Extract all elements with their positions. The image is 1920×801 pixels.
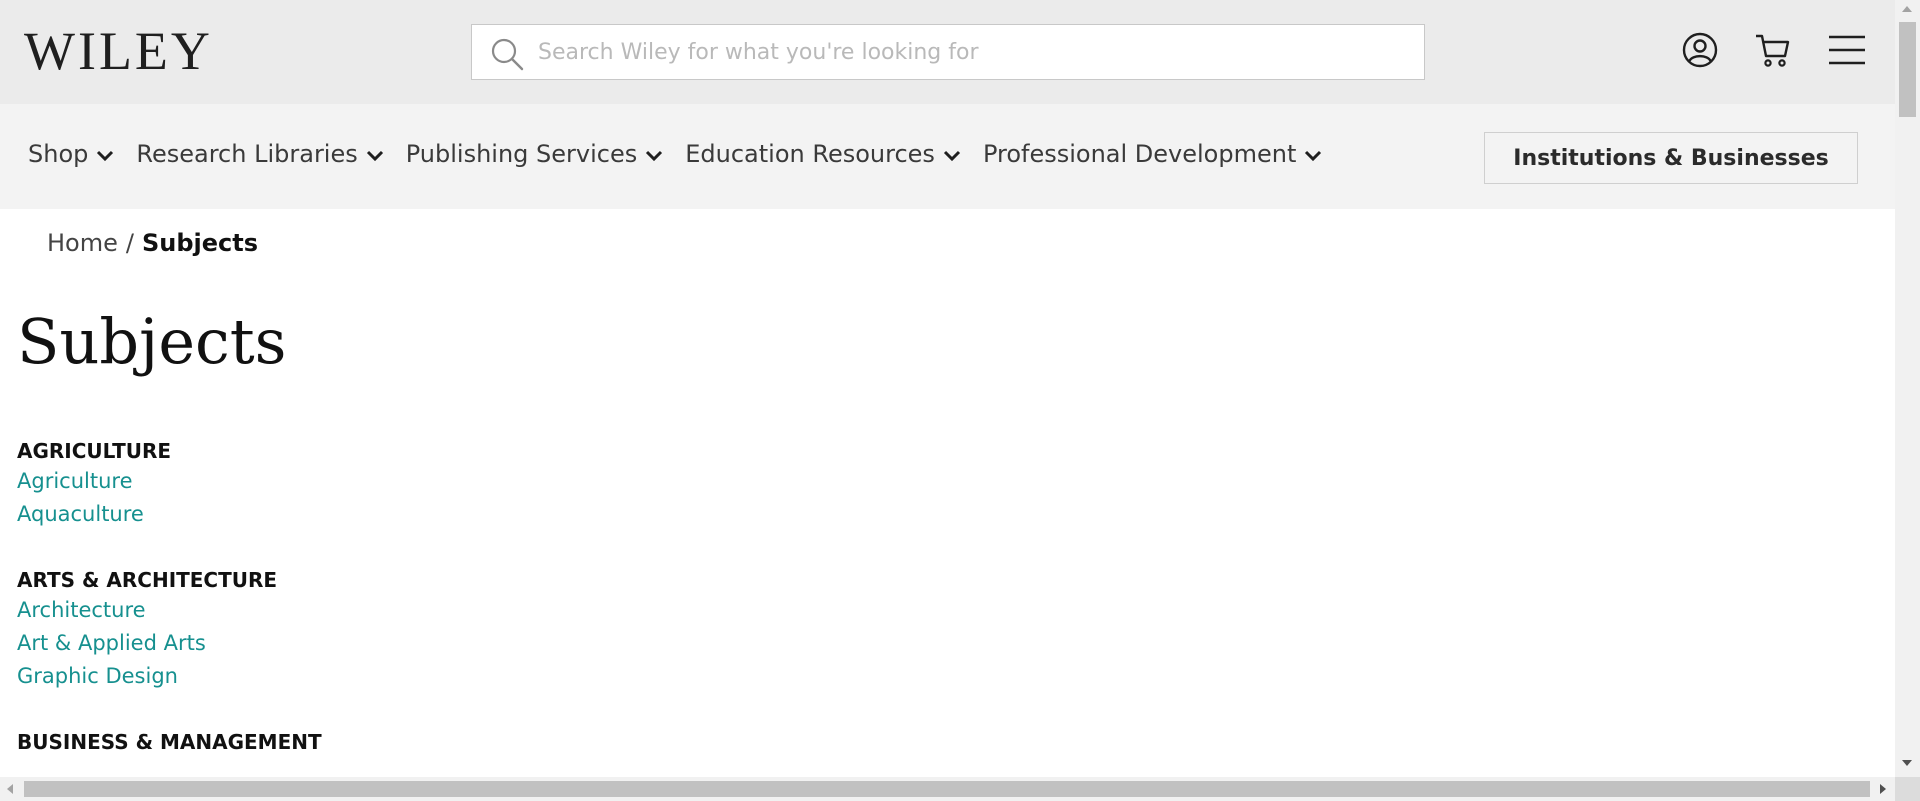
account-icon[interactable] [1680,30,1720,70]
search-box[interactable] [471,24,1425,80]
horizontal-scrollbar[interactable] [0,777,1895,801]
scroll-left-arrow-icon[interactable] [7,784,13,794]
section-heading: ARTS & ARCHITECTURE [17,568,278,592]
nav-item-shop[interactable]: Shop [28,140,114,168]
nav-item-label: Shop [28,140,89,168]
subject-section-arts-architecture: ARTS & ARCHITECTURE Architecture Art & A… [17,566,917,693]
section-heading: AGRICULTURE [17,439,172,463]
wiley-logo[interactable]: WILEY [24,24,213,78]
subject-link-aquaculture[interactable]: Aquaculture [17,498,917,531]
subject-link-architecture[interactable]: Architecture [17,594,917,627]
scrollbar-corner [1895,777,1920,801]
main-nav: Shop Research Libraries Publishing Servi… [0,104,1895,209]
nav-item-professional-development[interactable]: Professional Development [983,140,1322,168]
breadcrumb: Home / Subjects [47,229,258,257]
subject-link-graphic-design[interactable]: Graphic Design [17,660,917,693]
horizontal-scrollbar-thumb[interactable] [24,781,1870,797]
subject-link-art-applied-arts[interactable]: Art & Applied Arts [17,627,917,660]
search-icon[interactable] [490,37,524,71]
nav-item-label: Research Libraries [136,140,358,168]
menu-icon[interactable] [1826,30,1868,70]
vertical-scrollbar-thumb[interactable] [1899,22,1916,117]
nav-item-education-resources[interactable]: Education Resources [685,140,961,168]
nav-item-label: Education Resources [685,140,935,168]
breadcrumb-separator: / [125,229,134,257]
nav-item-publishing-services[interactable]: Publishing Services [406,140,664,168]
site-header: WILEY [0,0,1895,104]
chevron-down-icon [97,150,114,162]
chevron-down-icon [943,150,960,162]
institutions-businesses-button[interactable]: Institutions & Businesses [1484,132,1858,184]
scroll-right-arrow-icon[interactable] [1880,784,1886,794]
nav-item-label: Publishing Services [405,140,638,168]
subject-sections: AGRICULTURE Agriculture Aquaculture ARTS… [17,437,917,777]
chevron-down-icon [366,150,383,162]
subject-link-agriculture[interactable]: Agriculture [17,465,917,498]
breadcrumb-current: Subjects [141,229,259,257]
section-heading: BUSINESS & MANAGEMENT [17,730,322,754]
chevron-down-icon [1305,150,1322,162]
search-input[interactable] [538,25,1408,79]
nav-item-label: Professional Development [982,140,1297,168]
page-title: Subjects [17,305,287,378]
nav-item-research-libraries[interactable]: Research Libraries [136,140,383,168]
subject-section-business-management: BUSINESS & MANAGEMENT [17,728,917,756]
scroll-up-arrow-icon[interactable] [1902,6,1912,12]
breadcrumb-home-link[interactable]: Home [47,229,118,257]
vertical-scrollbar[interactable] [1895,0,1920,777]
cart-icon[interactable] [1753,30,1793,70]
page: WILEY Shop [0,0,1895,777]
subject-section-agriculture: AGRICULTURE Agriculture Aquaculture [17,437,917,531]
chevron-down-icon [646,150,663,162]
scroll-down-arrow-icon[interactable] [1902,760,1912,766]
